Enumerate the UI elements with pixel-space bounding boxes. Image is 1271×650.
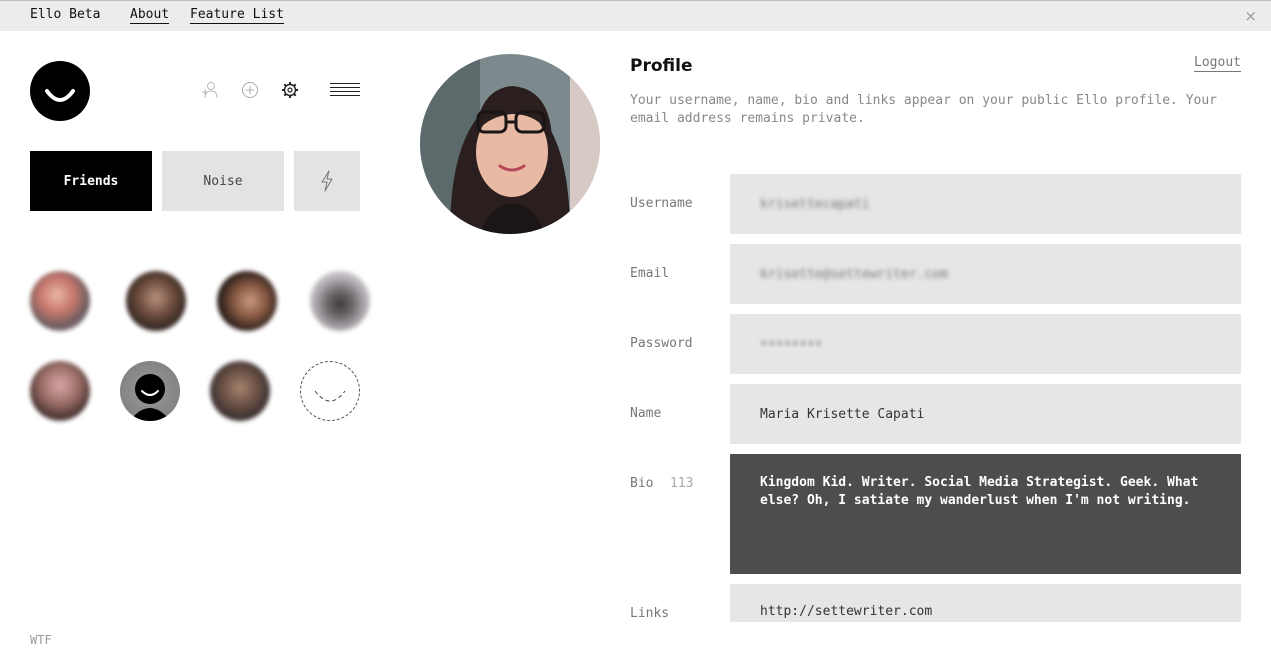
tab-notifications[interactable] — [294, 151, 360, 211]
username-field[interactable]: krisettecapati — [730, 174, 1241, 234]
settings-icon[interactable] — [280, 80, 300, 100]
email-value: krisette@settewriter.com — [760, 266, 948, 282]
email-label: Email — [630, 266, 670, 281]
smile-icon — [314, 390, 346, 402]
links-label: Links — [630, 606, 670, 621]
username-label: Username — [630, 196, 693, 211]
name-field[interactable]: Maria Krisette Capati — [730, 384, 1241, 444]
close-icon[interactable]: × — [1244, 7, 1257, 25]
lightning-icon — [321, 170, 333, 192]
friend-avatar[interactable] — [30, 361, 90, 421]
add-friend-icon[interactable] — [200, 80, 220, 100]
bio-char-counter: 113 — [670, 476, 694, 491]
profile-description: Your username, name, bio and links appea… — [630, 93, 1217, 126]
profile-avatar[interactable] — [420, 54, 600, 234]
smile-icon — [45, 89, 75, 102]
logout-link[interactable]: Logout — [1194, 55, 1241, 72]
add-icon[interactable] — [240, 80, 260, 100]
username-value: krisettecapati — [760, 196, 870, 212]
bio-label: Bio — [630, 476, 654, 491]
friend-avatar[interactable] — [126, 271, 186, 331]
wtf-link[interactable]: WTF — [30, 633, 52, 647]
password-label: Password — [630, 336, 693, 351]
menu-icon[interactable] — [330, 83, 360, 97]
password-value: •••••••• — [760, 336, 823, 352]
user-silhouette-icon — [129, 374, 171, 421]
friend-avatar[interactable] — [310, 271, 370, 331]
ello-logo[interactable] — [30, 61, 90, 121]
friend-avatar[interactable] — [217, 271, 277, 331]
name-label: Name — [630, 406, 662, 421]
friend-avatar[interactable] — [210, 361, 270, 421]
tab-friends[interactable]: Friends — [30, 151, 152, 211]
links-value: http://settewriter.com — [760, 604, 933, 619]
brand-label: Ello Beta — [30, 7, 101, 22]
links-field[interactable]: http://settewriter.com — [730, 584, 1241, 622]
default-avatar[interactable] — [120, 361, 180, 421]
name-value: Maria Krisette Capati — [760, 406, 925, 422]
page-title: Profile — [630, 56, 693, 76]
bio-textarea[interactable]: Kingdom Kid. Writer. Social Media Strate… — [730, 454, 1241, 574]
password-field[interactable]: •••••••• — [730, 314, 1241, 374]
tab-noise[interactable]: Noise — [162, 151, 284, 211]
top-nav-bar: Ello Beta About Feature List × — [0, 0, 1271, 31]
email-field[interactable]: krisette@settewriter.com — [730, 244, 1241, 304]
profile-photo — [420, 54, 600, 234]
about-link[interactable]: About — [130, 7, 170, 24]
friend-avatar[interactable] — [30, 271, 90, 331]
feature-list-link[interactable]: Feature List — [190, 7, 284, 24]
invite-friend-placeholder[interactable] — [300, 361, 360, 421]
